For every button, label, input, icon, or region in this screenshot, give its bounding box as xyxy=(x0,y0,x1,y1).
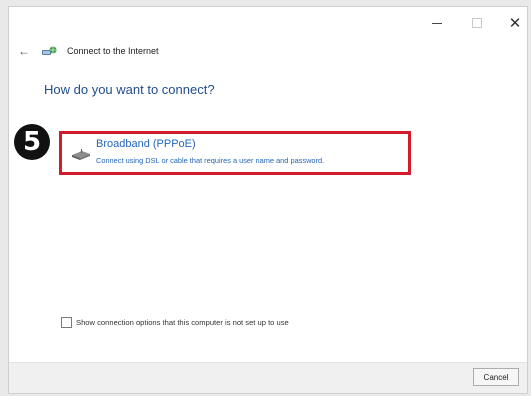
show-options-checkbox[interactable] xyxy=(61,317,72,328)
show-options-label[interactable]: Show connection options that this comput… xyxy=(76,318,289,327)
page-heading: How do you want to connect? xyxy=(44,82,215,97)
navigation-row: ← Connect to the Internet xyxy=(17,41,159,61)
close-button[interactable]: ✕ xyxy=(495,11,531,35)
connect-internet-window: ✕ ← Connect to the Internet How do you w… xyxy=(8,6,528,394)
back-arrow-icon[interactable]: ← xyxy=(17,44,31,58)
minimize-button[interactable] xyxy=(417,11,457,35)
maximize-button[interactable] xyxy=(457,11,497,35)
dialog-footer: Cancel xyxy=(9,362,527,393)
close-icon: ✕ xyxy=(508,14,522,32)
broadband-modem-icon xyxy=(72,149,90,160)
option-description: Connect using DSL or cable that requires… xyxy=(96,156,325,165)
window-title: Connect to the Internet xyxy=(67,46,159,56)
cancel-button[interactable]: Cancel xyxy=(473,368,519,386)
minimize-icon xyxy=(432,22,442,24)
option-title: Broadband (PPPoE) xyxy=(96,138,196,150)
maximize-icon xyxy=(472,18,482,28)
show-options-row[interactable]: Show connection options that this comput… xyxy=(61,317,289,328)
step-number-badge: 5 xyxy=(14,124,50,160)
network-globe-icon xyxy=(42,46,57,55)
broadband-pppoe-option[interactable]: Broadband (PPPoE) Connect using DSL or c… xyxy=(59,131,411,175)
title-bar: ✕ xyxy=(9,7,527,39)
